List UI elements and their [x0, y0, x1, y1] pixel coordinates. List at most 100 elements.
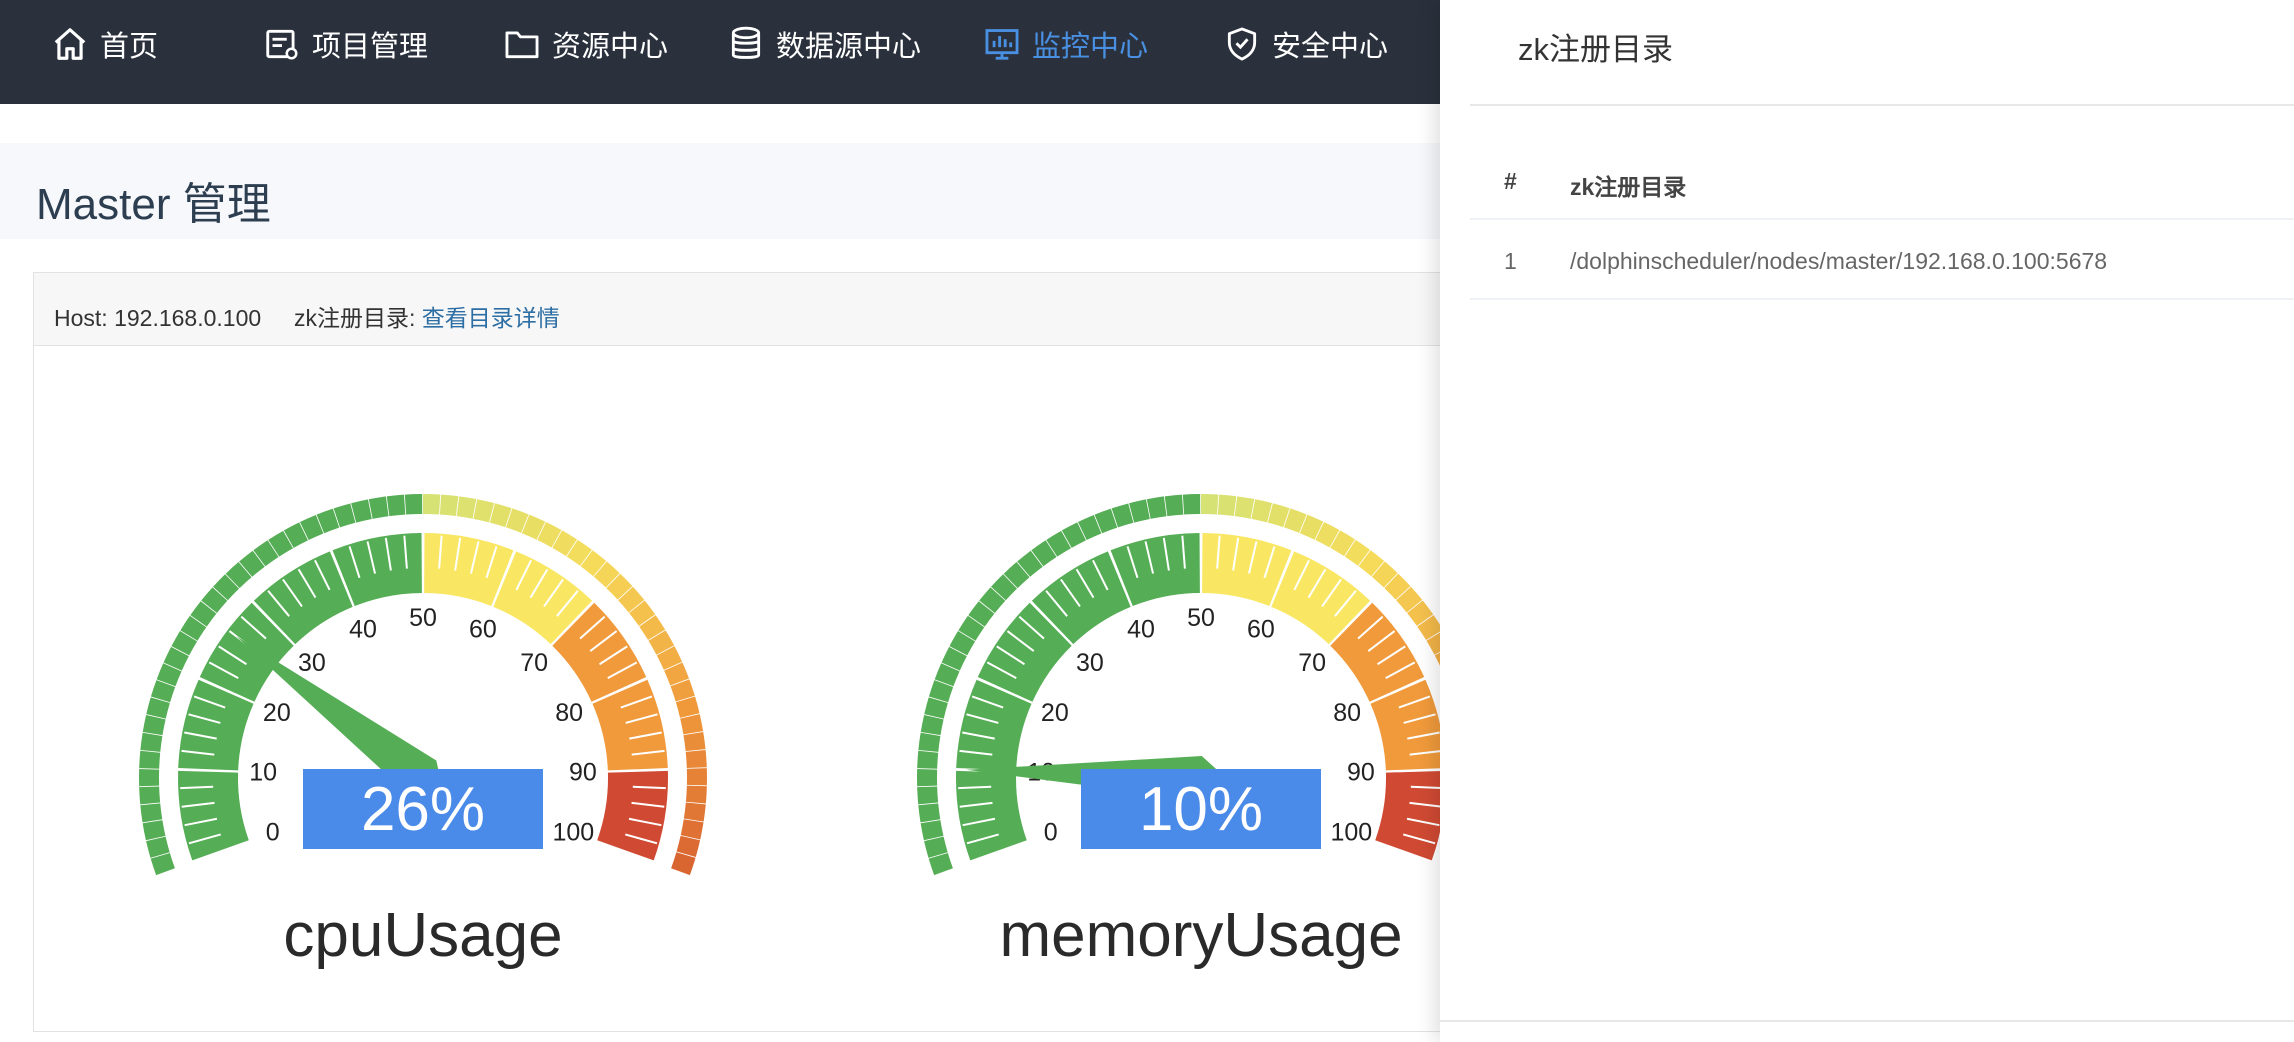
drawer-divider [1470, 104, 2294, 106]
zk-table: # zk注册目录 1 /dolphinscheduler/nodes/maste… [1470, 140, 2294, 300]
memory-gauge-value: 10% [1081, 769, 1321, 849]
gauge-tick-label: 90 [569, 758, 597, 786]
page-title: Master 管理 [36, 180, 271, 229]
memory-gauge: 0102030405060708090100 10% memoryUsage [812, 346, 1452, 1032]
shield-icon [1222, 24, 1262, 64]
header-zk-path: zk注册目录 [1570, 174, 1687, 200]
gauge-tick-label: 40 [1127, 616, 1155, 644]
zk-detail-link[interactable]: 查看目录详情 [422, 305, 560, 331]
gauge-outer-band [139, 750, 161, 769]
project-icon [262, 24, 302, 64]
gauge-outer-band [1201, 494, 1219, 515]
gauge-outer-band [1146, 496, 1167, 519]
gauge-segment [1375, 770, 1446, 861]
gauge-outer-band [918, 732, 941, 752]
gauge-outer-band [142, 714, 166, 736]
host-label: Host: [54, 305, 108, 331]
gauge-tick-label: 30 [298, 649, 326, 677]
gauge-outer-band [139, 768, 160, 787]
gauge-tick-label: 70 [1298, 649, 1326, 677]
gauge-outer-band [686, 768, 707, 786]
drawer-title: zk注册目录 [1518, 32, 1673, 67]
gauge-outer-band [683, 802, 706, 822]
master-card: Host: 192.168.0.100 zk注册目录: 查看目录详情 0 10 20… [33, 272, 1453, 1032]
gauge-outer-band [685, 785, 707, 804]
gauge-tick-label: 0 [1044, 819, 1058, 847]
cpu-gauge: 0 10 20 30 40 50 60 70 80 90 100 26% cpuUsage [34, 346, 814, 1032]
gauge-tick-label: 100 [1330, 819, 1372, 847]
gauge-minor-tick [1410, 785, 1444, 790]
memory-gauge-name: memoryUsage [999, 901, 1403, 970]
drawer-bottom-line [1440, 1020, 2294, 1022]
gauge-outer-band [1164, 494, 1184, 517]
gauge-outer-band [142, 820, 166, 841]
gauge-outer-band [456, 496, 477, 519]
monitor-icon [982, 24, 1022, 64]
gauge-outer-band [1217, 494, 1237, 517]
nav-label: 数据源中心 [776, 31, 922, 63]
gauge-tick-label: 20 [1041, 699, 1069, 727]
gauge-outer-band [685, 749, 707, 768]
nav-label: 首页 [100, 31, 159, 63]
gauge-tick-label: 70 [520, 649, 548, 677]
gauge-segment [178, 770, 249, 861]
nav-label: 监控中心 [1032, 31, 1149, 63]
nav-label: 项目管理 [312, 31, 429, 63]
gauge-outer-band [680, 714, 704, 735]
host-value: 192.168.0.100 [114, 305, 262, 331]
gauge-minor-tick [632, 785, 666, 790]
gauge-tick-label: 50 [1187, 604, 1215, 632]
nav-item-home[interactable]: 首页 [50, 0, 158, 88]
gauge-outer-band [683, 731, 706, 752]
header-index: # [1504, 168, 1517, 194]
nav-item-projects[interactable]: 项目管理 [262, 0, 428, 88]
gauge-outer-band [920, 820, 944, 841]
row-index: 1 [1504, 248, 1517, 274]
nav-item-monitor[interactable]: 监控中心 [982, 0, 1148, 88]
gauge-outer-band [920, 714, 944, 736]
gauge-outer-band [140, 732, 163, 752]
gauge-outer-band [368, 496, 389, 519]
gauge-outer-band [917, 786, 939, 805]
gauge-outer-band [423, 494, 441, 515]
gauge-outer-band [917, 750, 939, 769]
nav-item-datasource[interactable]: 数据源中心 [726, 0, 921, 88]
gauge-outer-band [139, 786, 161, 805]
database-icon [726, 24, 766, 64]
gauge-segment [956, 770, 1027, 861]
gauge-outer-band [140, 803, 163, 823]
folder-icon [502, 24, 542, 64]
gauge-outer-band [917, 768, 938, 787]
gauge-outer-band [1234, 496, 1255, 519]
gauge-tick-label: 60 [469, 616, 497, 644]
row-zk-path: /dolphinscheduler/nodes/master/192.168.0… [1570, 248, 2108, 274]
nav-label: 安全中心 [1272, 31, 1389, 63]
nav-item-security[interactable]: 安全中心 [1222, 0, 1388, 88]
cpu-gauge-value: 26% [303, 769, 543, 849]
gauge-outer-band [404, 494, 423, 515]
gauge-outer-band [1182, 494, 1201, 515]
home-icon [50, 24, 90, 64]
gauge-tick-label: 0 [266, 819, 280, 847]
gauge-outer-band [680, 819, 704, 840]
gauge-tick-label: 60 [1247, 616, 1275, 644]
gauge-minor-tick [180, 785, 214, 790]
zk-directory-drawer: zk注册目录 # zk注册目录 1 /dolphinscheduler/node… [1440, 0, 2294, 1042]
gauge-tick-label: 90 [1347, 758, 1375, 786]
gauge-outer-band [386, 494, 406, 517]
table-header: # zk注册目录 [1470, 140, 2294, 220]
gauge-minor-tick [958, 785, 992, 790]
gauge-tick-label: 80 [555, 699, 583, 727]
table-row: 1 /dolphinscheduler/nodes/master/192.168… [1470, 220, 2294, 300]
nav-label: 资源中心 [552, 31, 669, 63]
gauge-segment [597, 770, 668, 861]
gauge-tick-label: 30 [1076, 649, 1104, 677]
gauge-tick-label: 50 [409, 604, 437, 632]
nav-item-resources[interactable]: 资源中心 [502, 0, 668, 88]
gauge-tick-label: 20 [263, 699, 291, 727]
master-card-header: Host: 192.168.0.100 zk注册目录: 查看目录详情 [34, 273, 1452, 346]
gauge-tick-label: 40 [349, 616, 377, 644]
gauge-tick-label: 80 [1333, 699, 1361, 727]
gauge-tick-label: 100 [552, 819, 594, 847]
gauge-outer-band [439, 494, 459, 517]
